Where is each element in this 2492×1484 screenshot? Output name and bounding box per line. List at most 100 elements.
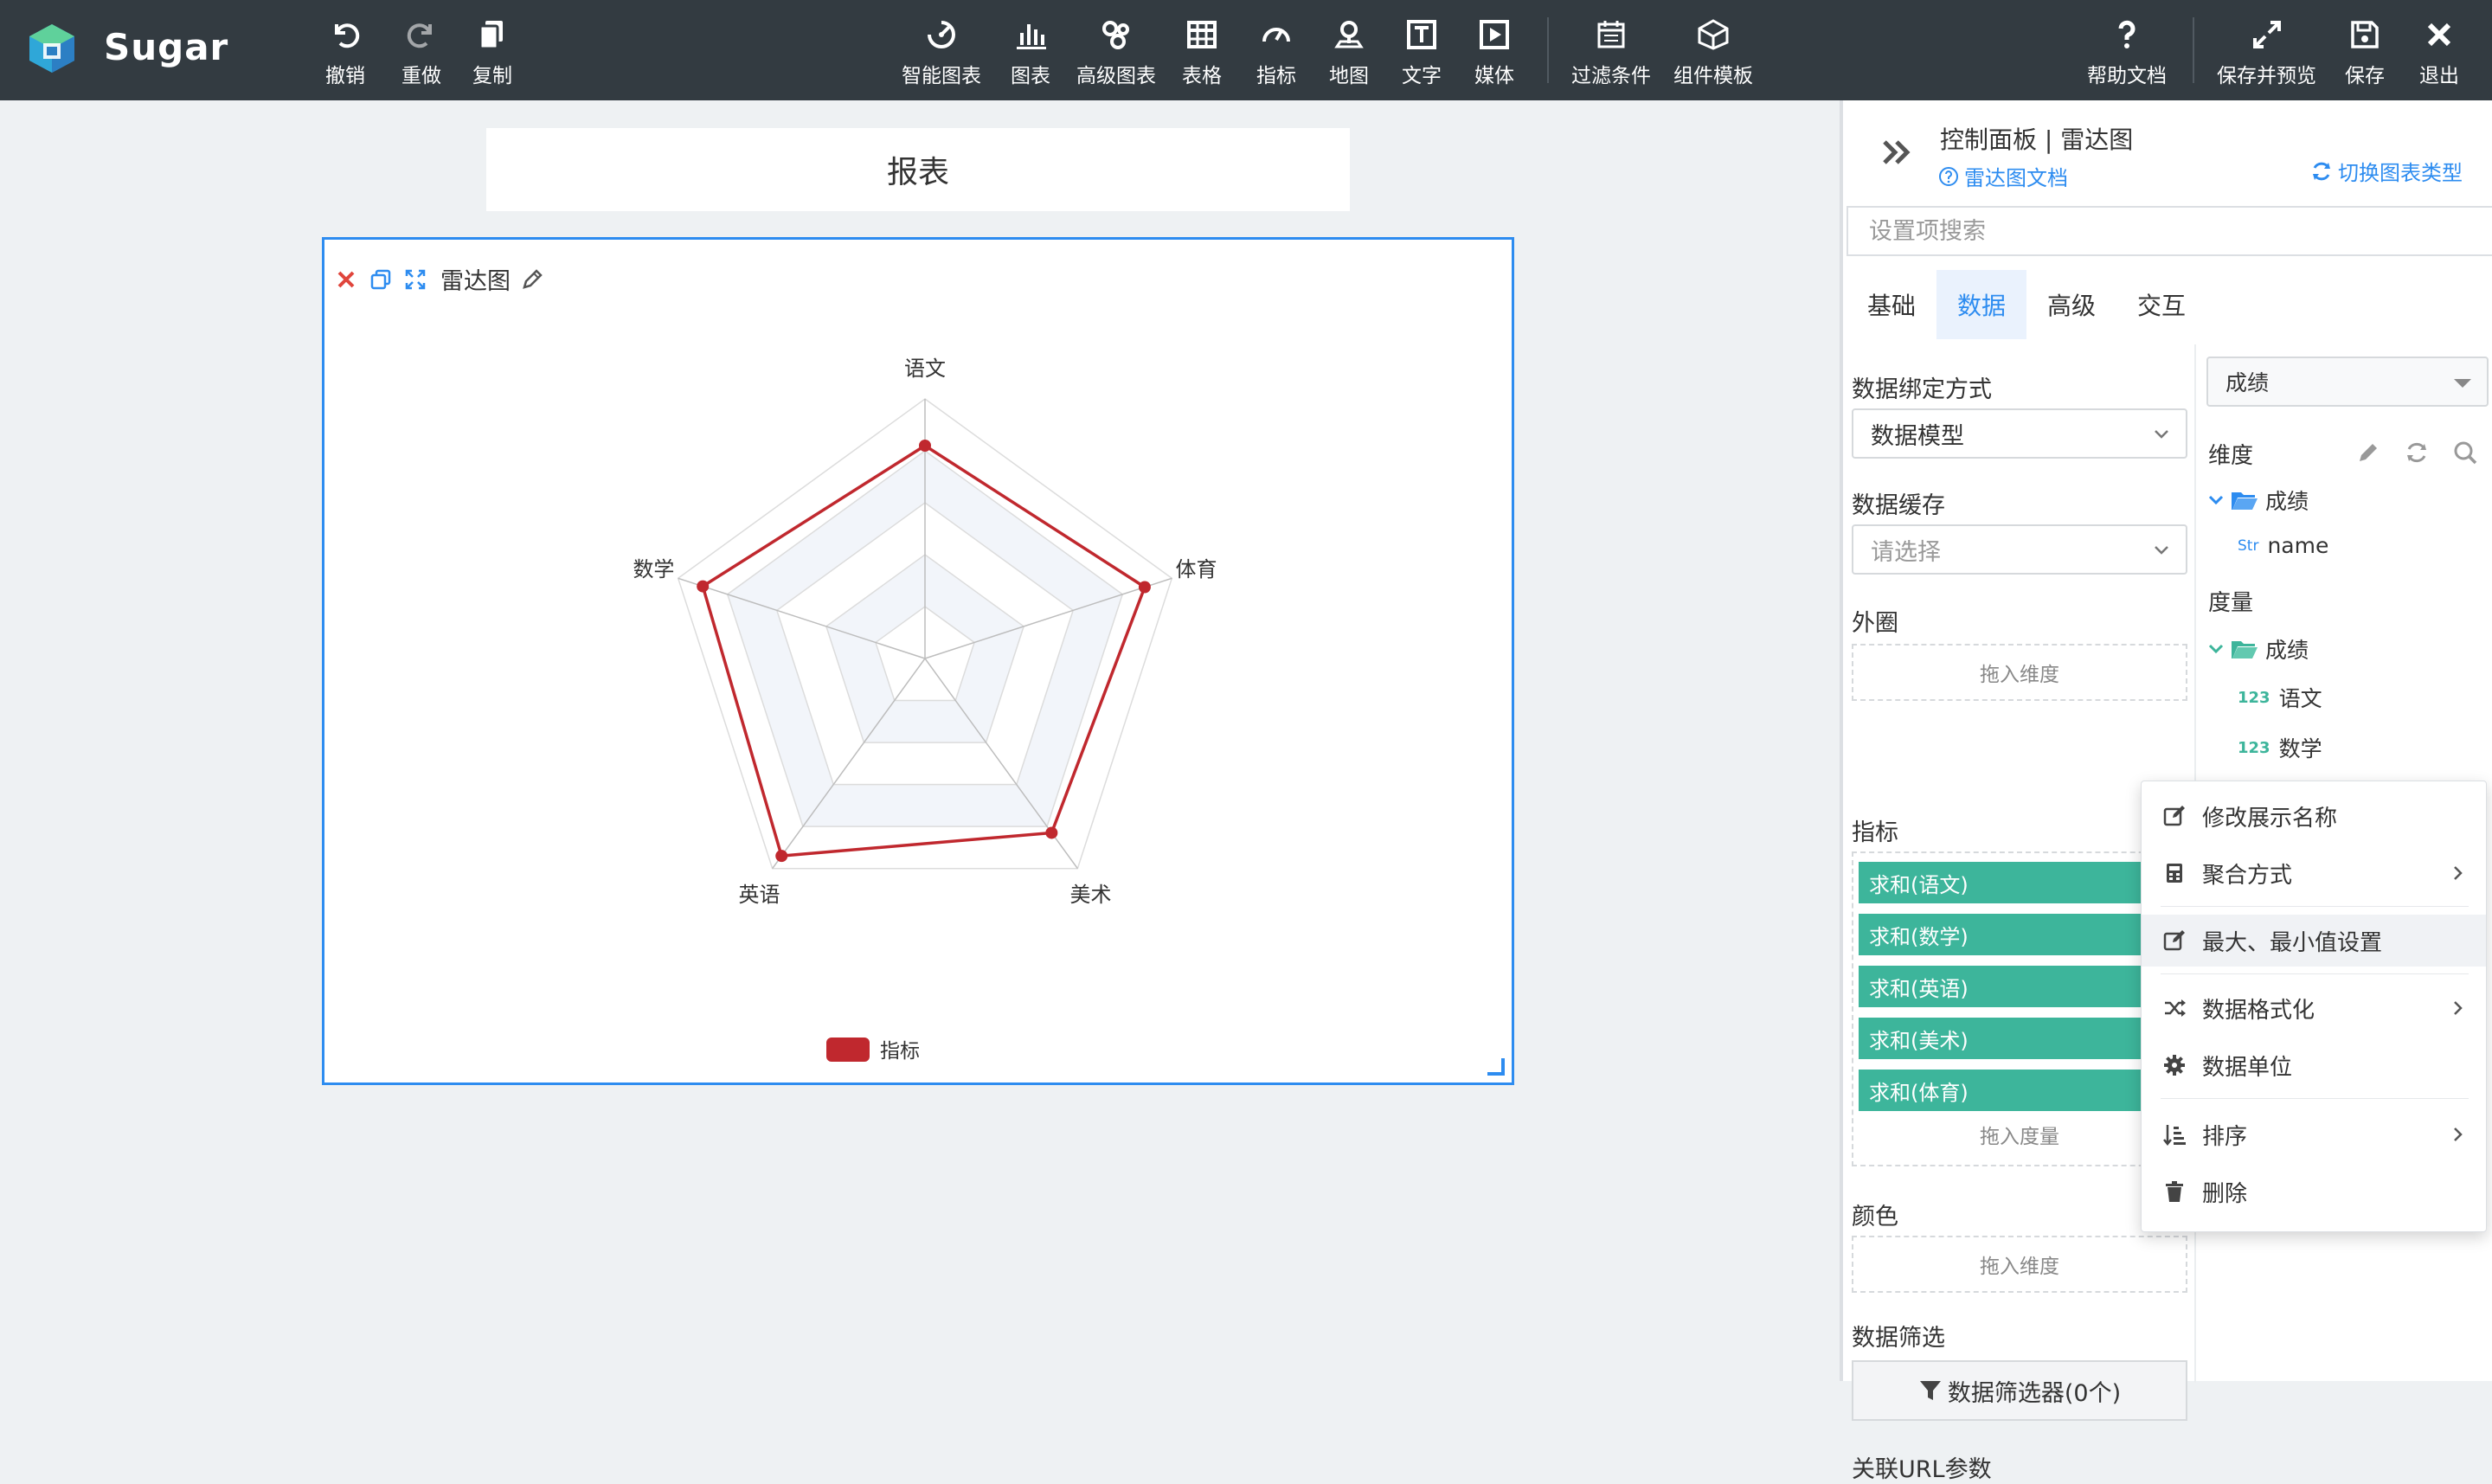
radar-data-point — [697, 580, 710, 593]
dimension-field-name: name — [2267, 533, 2329, 558]
metric-chip[interactable]: 求和(语文) — [1859, 862, 2182, 903]
menu-item-label: 数据格式化 — [2202, 997, 2315, 1024]
metric-chip[interactable]: 求和(数学) — [1859, 914, 2182, 955]
search-icon[interactable] — [2452, 440, 2478, 466]
tab-basic[interactable]: 基础 — [1847, 270, 1936, 339]
dataset-select[interactable]: 成绩 — [2206, 357, 2489, 407]
map-button[interactable]: 地图 — [1329, 16, 1369, 90]
measure-folder-name: 成绩 — [2265, 638, 2309, 663]
chevron-down-icon — [2155, 546, 2168, 555]
app-name: Sugar — [104, 26, 229, 68]
radar-data-point — [919, 440, 931, 452]
metric-chip[interactable]: 求和(英语) — [1859, 966, 2182, 1007]
chart-button[interactable]: 图表 — [1011, 16, 1050, 90]
exit-button[interactable]: 退出 — [2419, 16, 2459, 90]
radar-chart-widget[interactable]: 雷达图 语文 体育 美术 英语 数学 指标 — [322, 237, 1514, 1085]
collapse-panel-icon[interactable] — [1878, 132, 1919, 173]
menu-item-min-max[interactable]: 最大、最小值设置 — [2142, 915, 2486, 967]
measure-field-name: 语文 — [2278, 686, 2322, 711]
resize-handle[interactable] — [1486, 1057, 1505, 1076]
dimension-field[interactable]: Str name — [2238, 533, 2328, 558]
cache-placeholder: 请选择 — [1871, 538, 1941, 566]
color-dimension-drop[interactable]: 拖入维度 — [1852, 1236, 2187, 1293]
help-docs-button[interactable]: 帮助文档 — [2087, 16, 2167, 90]
copy-button[interactable]: 复制 — [472, 16, 512, 90]
binding-select[interactable]: 数据模型 — [1852, 408, 2187, 459]
edit-icon — [2163, 930, 2185, 951]
chevron-right-icon — [2454, 1001, 2463, 1015]
menu-item-format[interactable]: 数据格式化 — [2142, 982, 2486, 1034]
measure-field[interactable]: 123 数学 — [2238, 732, 2322, 763]
tab-interaction[interactable]: 交互 — [2116, 270, 2206, 339]
switch-chart-label: 切换图表类型 — [2338, 161, 2463, 185]
dimension-folder[interactable]: 成绩 — [2206, 485, 2309, 516]
report-title-box[interactable]: 报表 — [486, 128, 1350, 211]
filter-conditions-label: 过滤条件 — [1571, 65, 1651, 87]
map-label: 地图 — [1329, 65, 1369, 87]
text-button[interactable]: 文字 — [1402, 16, 1442, 90]
radar-doc-link[interactable]: 雷达图文档 — [1938, 161, 2068, 191]
save-button[interactable]: 保存 — [2345, 16, 2385, 90]
map-pin-icon — [1330, 16, 1368, 54]
save-preview-button[interactable]: 保存并预览 — [2217, 16, 2316, 90]
dimension-label: 维度 — [2208, 443, 2254, 469]
table-button[interactable]: 表格 — [1182, 16, 1222, 90]
menu-item-sort[interactable]: 排序 — [2142, 1108, 2486, 1160]
save-preview-label: 保存并预览 — [2217, 65, 2316, 87]
measure-field[interactable]: 123 语文 — [2238, 682, 2322, 713]
menu-divider — [2161, 973, 2469, 974]
filter-conditions-button[interactable]: 过滤条件 — [1571, 16, 1651, 90]
panel-tabs: 基础 数据 高级 交互 — [1843, 270, 2492, 339]
cache-select[interactable]: 请选择 — [1852, 524, 2187, 575]
outer-label: 外圈 — [1852, 610, 1898, 637]
redo-button[interactable]: 重做 — [401, 16, 441, 90]
toolbar-divider — [2193, 17, 2194, 83]
refresh-icon[interactable] — [2404, 440, 2430, 466]
menu-item-unit[interactable]: 数据单位 — [2142, 1039, 2486, 1091]
smart-chart-button[interactable]: 智能图表 — [902, 16, 981, 90]
filter-calendar-icon — [1592, 16, 1630, 54]
undo-button[interactable]: 撤销 — [325, 16, 365, 90]
media-button[interactable]: 媒体 — [1474, 16, 1514, 90]
setting-search-input[interactable] — [1847, 206, 2492, 256]
funnel-icon — [1919, 1381, 1941, 1400]
chevron-down-icon — [2208, 495, 2224, 505]
text-label: 文字 — [1402, 65, 1442, 87]
edit-pencil-icon[interactable] — [2355, 440, 2381, 466]
menu-item-label: 聚合方式 — [2202, 862, 2293, 889]
close-icon — [2420, 16, 2458, 54]
chevron-down-icon — [2208, 644, 2224, 654]
measure-folder[interactable]: 成绩 — [2206, 633, 2309, 665]
panel-title: 控制面板 | 雷达图 — [1940, 125, 2134, 154]
chevron-down-icon — [2155, 430, 2168, 439]
component-templates-button[interactable]: 组件模板 — [1673, 16, 1753, 90]
smart-chart-icon — [922, 16, 960, 54]
chevron-right-icon — [2454, 1127, 2463, 1141]
measure-field-name: 数学 — [2278, 736, 2322, 761]
tab-data[interactable]: 数据 — [1936, 270, 2027, 339]
radar-data-point — [1138, 581, 1151, 594]
tab-advanced[interactable]: 高级 — [2026, 270, 2116, 339]
media-label: 媒体 — [1474, 65, 1514, 87]
redo-label: 重做 — [401, 65, 441, 87]
metric-chip[interactable]: 求和(体育) — [1859, 1070, 2182, 1111]
trash-icon — [2166, 1181, 2183, 1202]
switch-chart-type-link[interactable]: 切换图表类型 — [2310, 156, 2463, 186]
sort-icon — [2163, 1125, 2186, 1147]
menu-item-delete[interactable]: 删除 — [2142, 1166, 2486, 1217]
advanced-chart-button[interactable]: 高级图表 — [1076, 16, 1156, 90]
advanced-chart-label: 高级图表 — [1076, 65, 1156, 87]
toolbar-divider — [1547, 17, 1549, 83]
radar-data-point — [775, 850, 788, 863]
menu-divider — [2161, 1098, 2469, 1099]
save-label: 保存 — [2345, 65, 2385, 87]
indicator-button[interactable]: 指标 — [1256, 16, 1296, 90]
metric-chip[interactable]: 求和(美术) — [1859, 1018, 2182, 1059]
data-filter-button[interactable]: 数据筛选器(0个) — [1852, 1360, 2187, 1421]
menu-item-aggregation[interactable]: 聚合方式 — [2142, 847, 2486, 899]
outer-dimension-drop[interactable]: 拖入维度 — [1852, 644, 2187, 701]
menu-item-rename[interactable]: 修改展示名称 — [2142, 790, 2486, 842]
data-filter-label: 数据筛选器(0个) — [1947, 1379, 2122, 1407]
measure-drop-hint[interactable]: 拖入度量 — [1853, 1120, 2186, 1149]
caret-down-icon — [2454, 379, 2471, 388]
